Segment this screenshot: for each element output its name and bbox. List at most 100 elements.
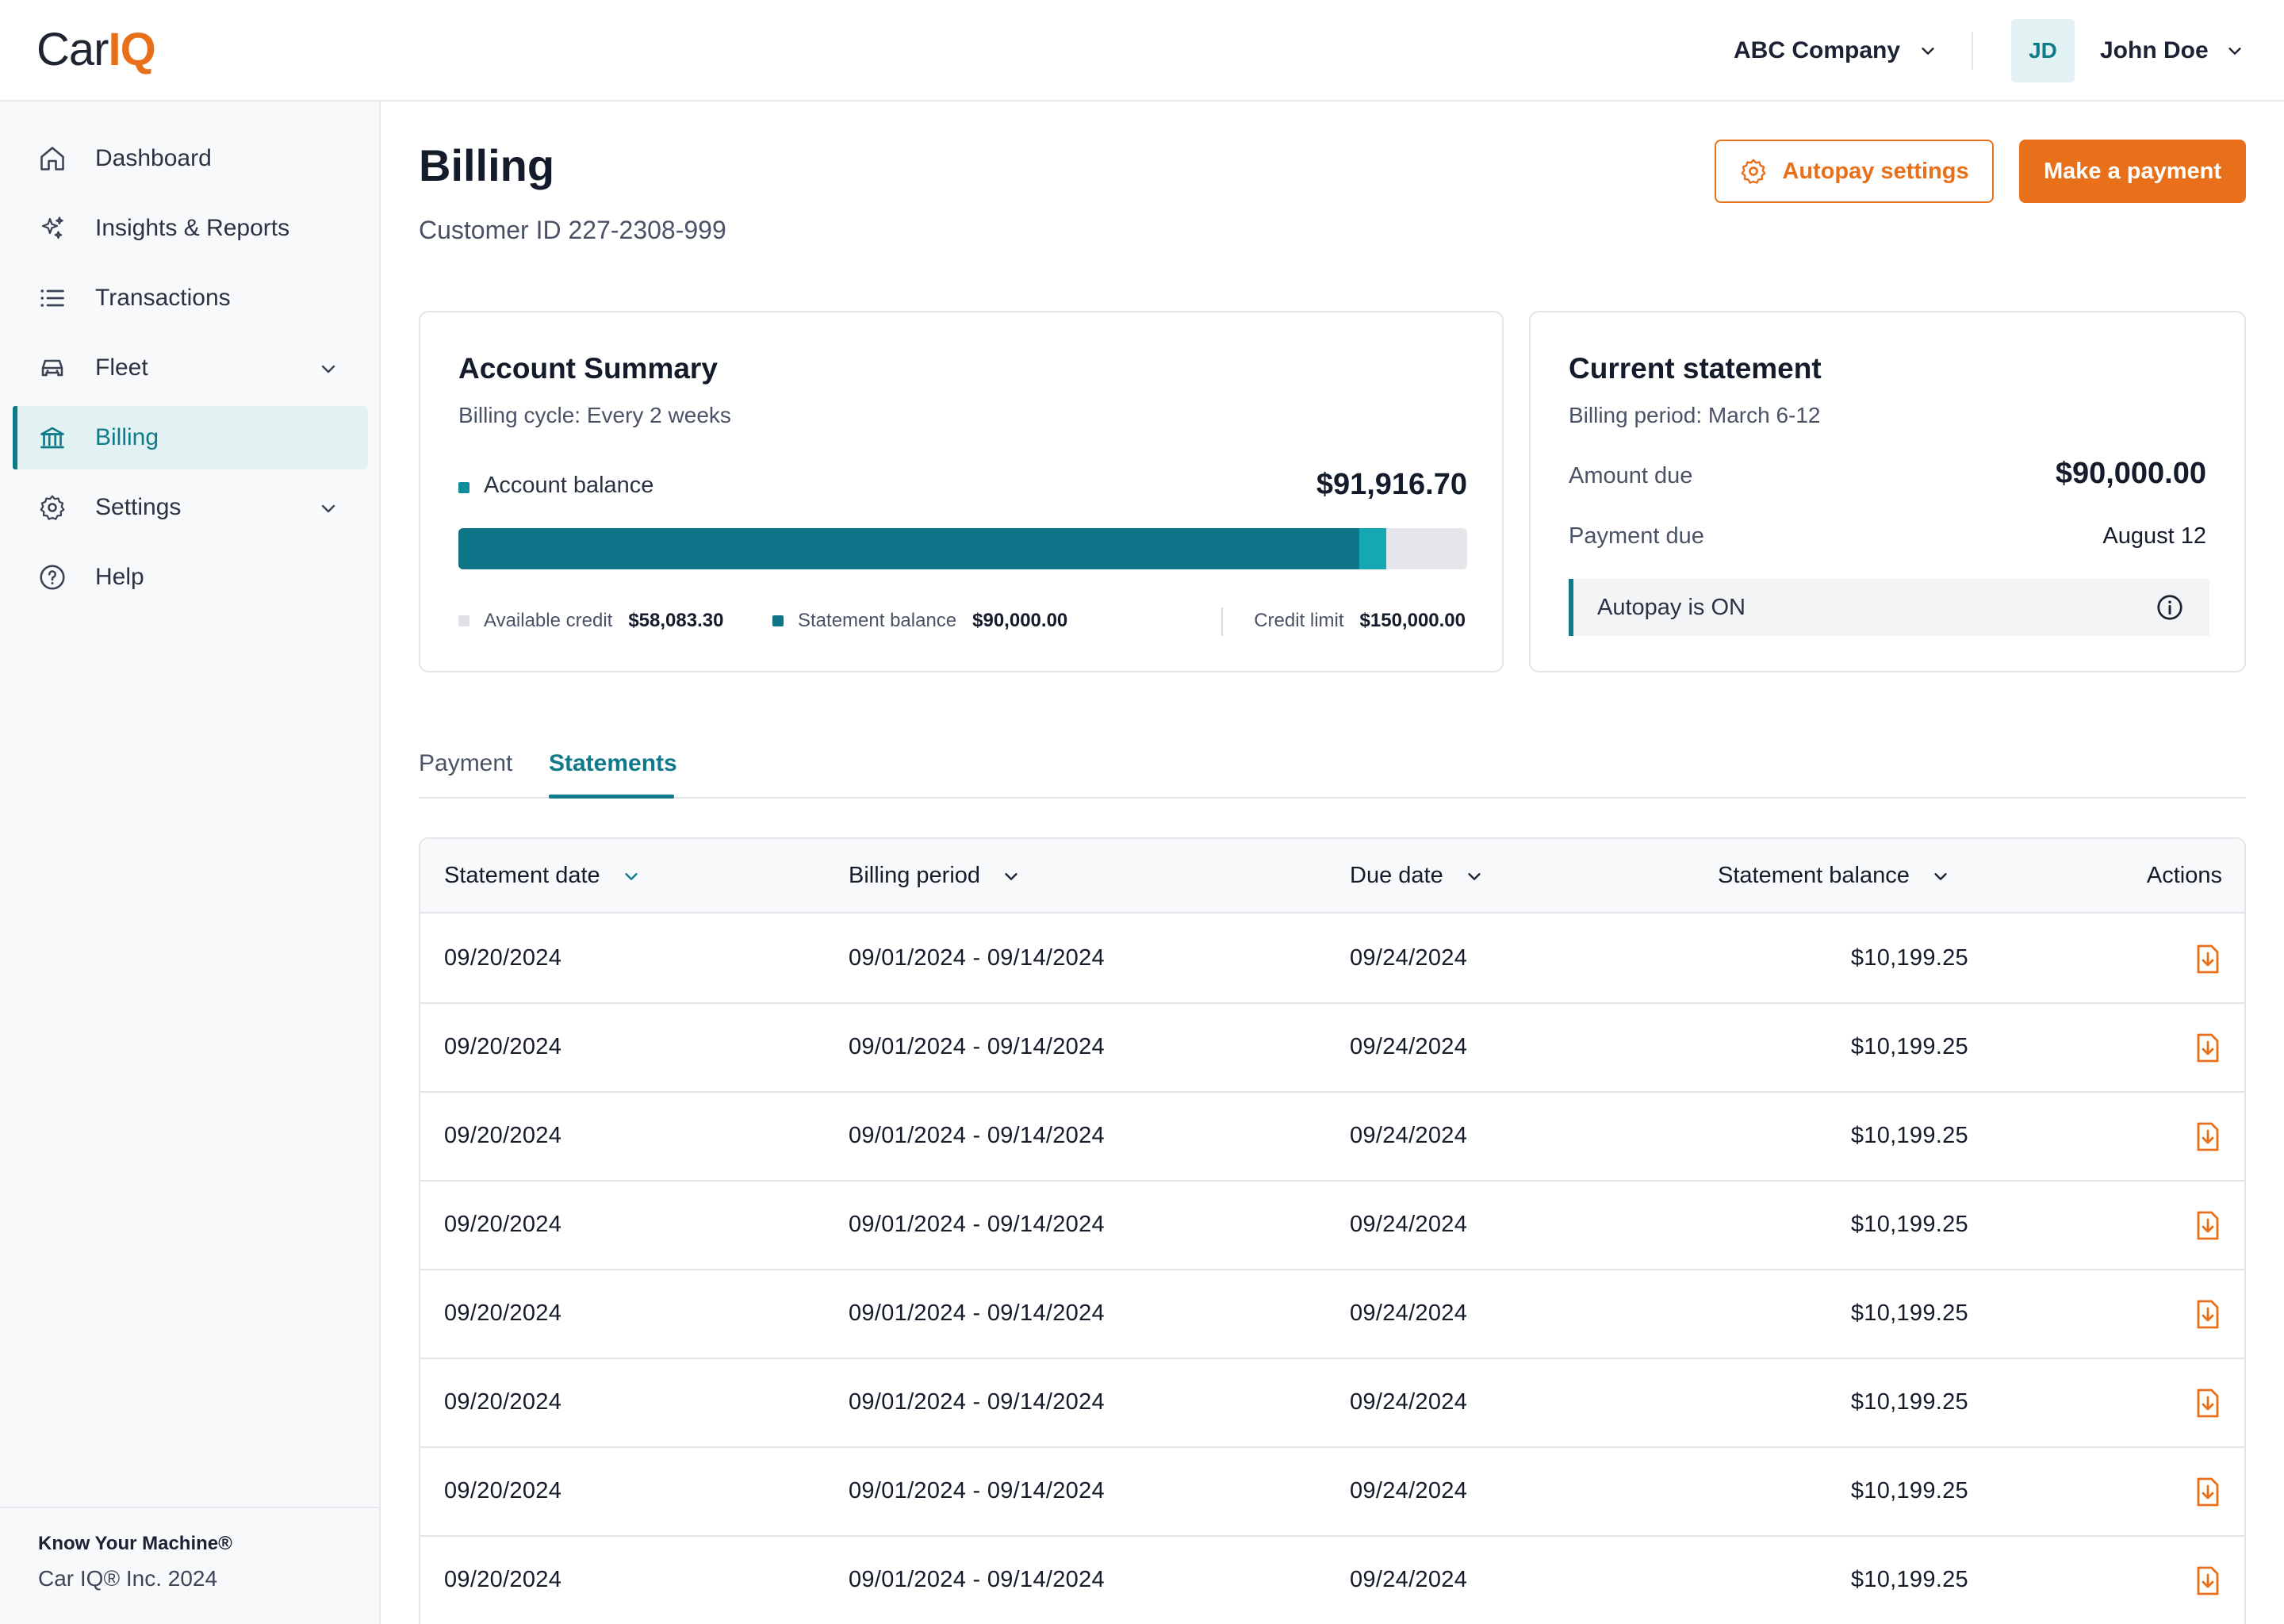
table-row[interactable]: 09/20/2024 09/01/2024 - 09/14/2024 09/24/2… [420,1004,2244,1093]
sidebar-item-fleet[interactable]: Fleet [13,336,368,400]
billing-period-cell: 09/01/2024 - 09/14/2024 [849,1478,1105,1503]
table-row[interactable]: 09/20/2024 09/01/2024 - 09/14/2024 09/24/2… [420,1270,2244,1359]
table-row[interactable]: 09/20/2024 09/01/2024 - 09/14/2024 09/24/2… [420,1537,2244,1624]
billing-period-cell: 09/01/2024 - 09/14/2024 [849,945,1105,971]
amount-due-value: $90,000.00 [2055,457,2206,490]
statement-balance-cell: $10,199.25 [1850,1123,1968,1148]
chevron-down-icon [1468,872,1481,880]
legend-available-credit: Available credit $58,083.30 [458,607,723,634]
credit-usage-bar [458,528,1467,569]
statement-balance-cell: $10,199.25 [1850,1034,1968,1059]
sidebar-item-dashboard[interactable]: Dashboard [13,127,368,190]
list-icon [40,289,64,307]
billing-period: Billing period: March 6-12 [1569,403,1821,427]
chevron-down-icon [1005,872,1017,880]
available-credit-value: $58,083.30 [628,610,724,631]
sidebar-item-insights[interactable]: Insights & Reports [13,197,368,260]
download-statement-icon[interactable] [2194,944,2222,975]
sidebar-item-transactions[interactable]: Transactions [13,266,368,330]
sidebar-item-label: Dashboard [95,145,212,171]
statements-table: Statement date Billing period Due date S… [419,837,2246,1624]
statement-balance-cell: $10,199.25 [1850,1567,1968,1592]
chevron-down-icon [625,872,638,880]
avatar[interactable]: JD [2011,19,2075,82]
column-header-statement-balance[interactable]: Statement balance [1718,863,1949,889]
unbilled-balance-segment [1359,528,1386,569]
table-row[interactable]: 09/20/2024 09/01/2024 - 09/14/2024 09/24/2… [420,1093,2244,1182]
sidebar-item-label: Settings [95,494,182,520]
column-header-statement-date[interactable]: Statement date [444,863,640,889]
billing-period-cell: 09/01/2024 - 09/14/2024 [849,1212,1105,1237]
due-date-cell: 09/24/2024 [1350,1034,1468,1059]
column-header-label: Due date [1350,863,1443,888]
logo-iq-text: IQ [108,24,155,75]
info-icon[interactable] [2156,593,2184,622]
car-iq-logo[interactable]: CarIQ [36,24,156,76]
billing-period-cell: 09/01/2024 - 09/14/2024 [849,1034,1105,1059]
statement-balance-cell: $10,199.25 [1850,1389,1968,1415]
sidebar-tagline: Know Your Machine® [38,1533,232,1554]
download-statement-icon[interactable] [2194,1565,2222,1597]
page-title: Billing [419,140,555,190]
table-row[interactable]: 09/20/2024 09/01/2024 - 09/14/2024 09/24/2… [420,1448,2244,1537]
credit-limit-value: $150,000.00 [1359,610,1466,631]
tabs-divider [419,797,2246,799]
sidebar-item-billing[interactable]: Billing [13,406,368,469]
table-row[interactable]: 09/20/2024 09/01/2024 - 09/14/2024 09/24/2… [420,1359,2244,1448]
autopay-settings-button[interactable]: Autopay settings [1715,140,1994,203]
account-summary-card: Account Summary Billing cycle: Every 2 w… [419,311,1504,672]
column-header-due-date[interactable]: Due date [1350,863,1483,889]
statement-balance-label: Statement balance [798,610,957,631]
billing-cycle: Billing cycle: Every 2 weeks [458,403,731,427]
payment-due-label: Payment due [1569,523,1704,549]
table-header: Statement date Billing period Due date S… [420,839,2244,914]
logo-car-text: Car [36,24,109,75]
chevron-down-icon [321,365,335,373]
legend-divider [1221,607,1223,636]
statement-balance-cell: $10,199.25 [1850,1300,1968,1326]
sidebar-item-label: Fleet [95,354,148,381]
chevron-down-icon [1934,872,1947,880]
autopay-settings-label: Autopay settings [1782,158,1969,184]
download-statement-icon[interactable] [2194,1299,2222,1331]
help-icon [40,565,65,590]
amount-due-label: Amount due [1569,463,1693,488]
statement-balance-cell: $10,199.25 [1850,1212,1968,1237]
due-date-cell: 09/24/2024 [1350,1300,1468,1326]
chevron-down-icon [2228,48,2241,55]
download-statement-icon[interactable] [2194,1210,2222,1242]
current-statement-card: Current statement Billing period: March … [1529,311,2246,672]
sidebar-item-label: Transactions [95,285,231,311]
legend-statement-balance: Statement balance $90,000.00 [772,607,1067,634]
sidebar-item-help[interactable]: Help [13,546,368,609]
active-tab-indicator [549,795,674,799]
billing-period-cell: 09/01/2024 - 09/14/2024 [849,1123,1105,1148]
chevron-down-icon [1922,48,1934,55]
autopay-status-text: Autopay is ON [1597,594,1746,620]
download-statement-icon[interactable] [2194,1388,2222,1419]
user-menu[interactable]: John Doe [2100,35,2244,67]
column-header-label: Billing period [849,863,981,888]
make-payment-label: Make a payment [2043,158,2222,184]
company-selector[interactable]: ABC Company [1734,35,1937,67]
header-divider [1972,32,1973,70]
column-header-billing-period[interactable]: Billing period [849,863,1020,889]
statement-date-cell: 09/20/2024 [444,1567,562,1592]
column-header-label: Statement balance [1718,863,1910,888]
due-date-cell: 09/24/2024 [1350,1389,1468,1415]
due-date-cell: 09/24/2024 [1350,1567,1468,1592]
tab-payment[interactable]: Payment [419,750,512,777]
table-row[interactable]: 09/20/2024 09/01/2024 - 09/14/2024 09/24/2… [420,915,2244,1004]
tab-statements[interactable]: Statements [549,750,677,777]
statement-date-cell: 09/20/2024 [444,1212,562,1237]
download-statement-icon[interactable] [2194,1121,2222,1153]
due-date-cell: 09/24/2024 [1350,1478,1468,1503]
current-statement-title: Current statement [1569,352,1822,385]
table-row[interactable]: 09/20/2024 09/01/2024 - 09/14/2024 09/24/2… [420,1182,2244,1270]
make-payment-button[interactable]: Make a payment [2019,140,2246,203]
download-statement-icon[interactable] [2194,1477,2222,1508]
sidebar-item-settings[interactable]: Settings [13,476,368,539]
statement-balance-cell: $10,199.25 [1850,945,1968,971]
download-statement-icon[interactable] [2194,1032,2222,1064]
sidebar-footer-divider [0,1507,379,1508]
